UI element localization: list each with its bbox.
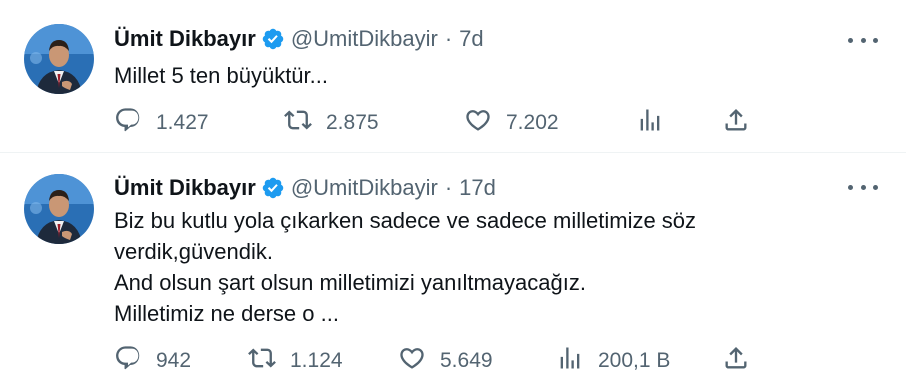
tweet-text-line: Millet 5 ten büyüktür...: [114, 63, 328, 88]
timestamp[interactable]: 17d: [459, 174, 496, 202]
share-icon: [722, 344, 750, 378]
reply-icon: [114, 344, 142, 378]
author-name[interactable]: Ümit Dikbayır: [114, 25, 256, 53]
share-button[interactable]: [722, 106, 750, 140]
views-count: 200,1 B: [598, 349, 671, 372]
tweet-text: Biz bu kutlu yola çıkarken sadece ve sad…: [114, 205, 834, 329]
tweet[interactable]: Ümit Dikbayır @UmitDikbayir · 17d Biz bu…: [0, 153, 906, 384]
avatar[interactable]: [24, 174, 94, 244]
author-handle[interactable]: @UmitDikbayir: [291, 174, 438, 202]
like-icon: [464, 106, 492, 140]
avatar[interactable]: [24, 24, 94, 94]
tweet-text-line: And olsun şart olsun milletimizi yanıltm…: [114, 270, 586, 295]
views-button[interactable]: 200,1 B: [556, 344, 670, 378]
author-name[interactable]: Ümit Dikbayır: [114, 174, 256, 202]
reply-icon: [114, 106, 142, 140]
retweet-count: 1.124: [290, 349, 343, 372]
like-icon: [398, 344, 426, 378]
verified-badge-icon: [261, 176, 285, 200]
tweet-text: Millet 5 ten büyüktür...: [114, 60, 834, 91]
like-count: 5.649: [440, 349, 493, 372]
tweet-actions: 942 1.124 5.649 200,1 B: [114, 344, 764, 374]
reply-count: 1.427: [156, 111, 209, 134]
share-icon: [722, 106, 750, 140]
separator: ·: [444, 26, 453, 51]
tweet[interactable]: Ümit Dikbayır @UmitDikbayir · 7d Millet …: [0, 0, 906, 153]
views-button[interactable]: [636, 106, 678, 140]
tweet-header: Ümit Dikbayır @UmitDikbayir · 7d: [114, 25, 484, 53]
like-count: 7.202: [506, 111, 559, 134]
tweet-actions: 1.427 2.875 7.202: [114, 106, 764, 136]
retweet-button[interactable]: 2.875: [284, 106, 379, 140]
author-handle[interactable]: @UmitDikbayir: [291, 25, 438, 53]
timestamp[interactable]: 7d: [459, 25, 483, 53]
views-icon: [556, 344, 584, 378]
tweet-text-line: Biz bu kutlu yola çıkarken sadece ve sad…: [114, 208, 697, 233]
reply-button[interactable]: 942: [114, 344, 191, 378]
reply-count: 942: [156, 349, 192, 372]
more-options-icon[interactable]: [848, 28, 878, 52]
separator: ·: [444, 175, 453, 200]
tweet-text-line: verdik,güvendik.: [114, 239, 273, 264]
retweet-count: 2.875: [326, 111, 379, 134]
more-options-icon[interactable]: [848, 175, 878, 199]
like-button[interactable]: 7.202: [464, 106, 559, 140]
tweet-header: Ümit Dikbayır @UmitDikbayir · 17d: [114, 174, 496, 202]
views-icon: [636, 106, 664, 140]
retweet-icon: [248, 344, 276, 378]
like-button[interactable]: 5.649: [398, 344, 493, 378]
retweet-icon: [284, 106, 312, 140]
retweet-button[interactable]: 1.124: [248, 344, 343, 378]
reply-button[interactable]: 1.427: [114, 106, 209, 140]
tweet-text-line: Milletimiz ne derse o ...: [114, 301, 339, 326]
verified-badge-icon: [261, 27, 285, 51]
share-button[interactable]: [722, 344, 750, 378]
